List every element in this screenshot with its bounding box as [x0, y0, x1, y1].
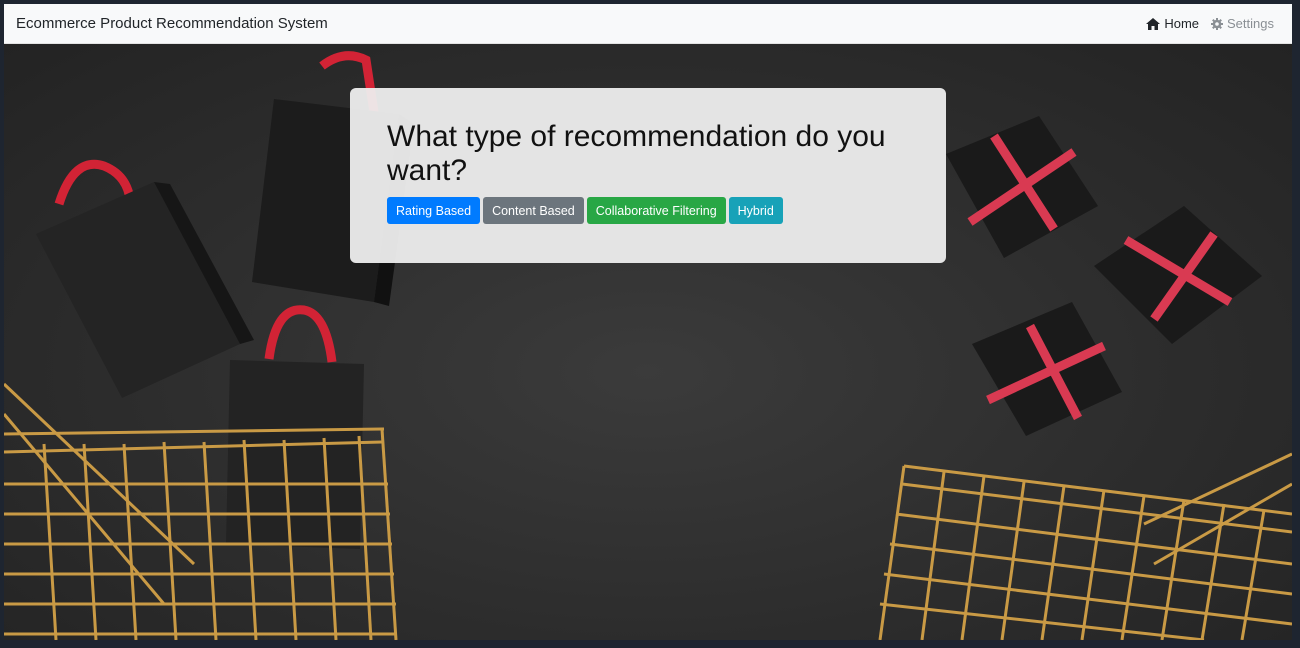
shopping-bag-left: [36, 159, 254, 398]
browser-viewport: Ecommerce Product Recommendation System …: [4, 4, 1292, 640]
home-link[interactable]: Home: [1146, 16, 1199, 31]
settings-link[interactable]: Settings: [1211, 16, 1274, 31]
home-icon: [1146, 17, 1161, 30]
recommendation-card: What type of recommendation do you want?…: [350, 88, 946, 263]
recommendation-buttons: Rating Based Content Based Collaborative…: [387, 197, 910, 224]
hybrid-button[interactable]: Hybrid: [728, 197, 783, 224]
navbar-brand[interactable]: Ecommerce Product Recommendation System: [16, 15, 328, 32]
collaborative-filtering-button[interactable]: Collaborative Filtering: [586, 197, 726, 224]
gift-box-top: [946, 116, 1098, 258]
card-title: What type of recommendation do you want?: [387, 120, 886, 187]
top-navbar: Ecommerce Product Recommendation System …: [4, 4, 1292, 44]
gift-box-right: [1094, 206, 1262, 344]
content-based-button[interactable]: Content Based: [483, 197, 584, 224]
rating-based-button[interactable]: Rating Based: [387, 197, 481, 224]
shopping-cart-right: [878, 452, 1292, 640]
scrollbar-track[interactable]: [1292, 4, 1300, 640]
home-label: Home: [1164, 16, 1200, 31]
gift-box-bottom: [972, 302, 1122, 436]
nav-links: Home Settings: [1146, 16, 1280, 31]
hero-section: What type of recommendation do you want?…: [4, 44, 1292, 640]
gear-icon: [1211, 17, 1224, 30]
settings-label: Settings: [1227, 16, 1274, 31]
